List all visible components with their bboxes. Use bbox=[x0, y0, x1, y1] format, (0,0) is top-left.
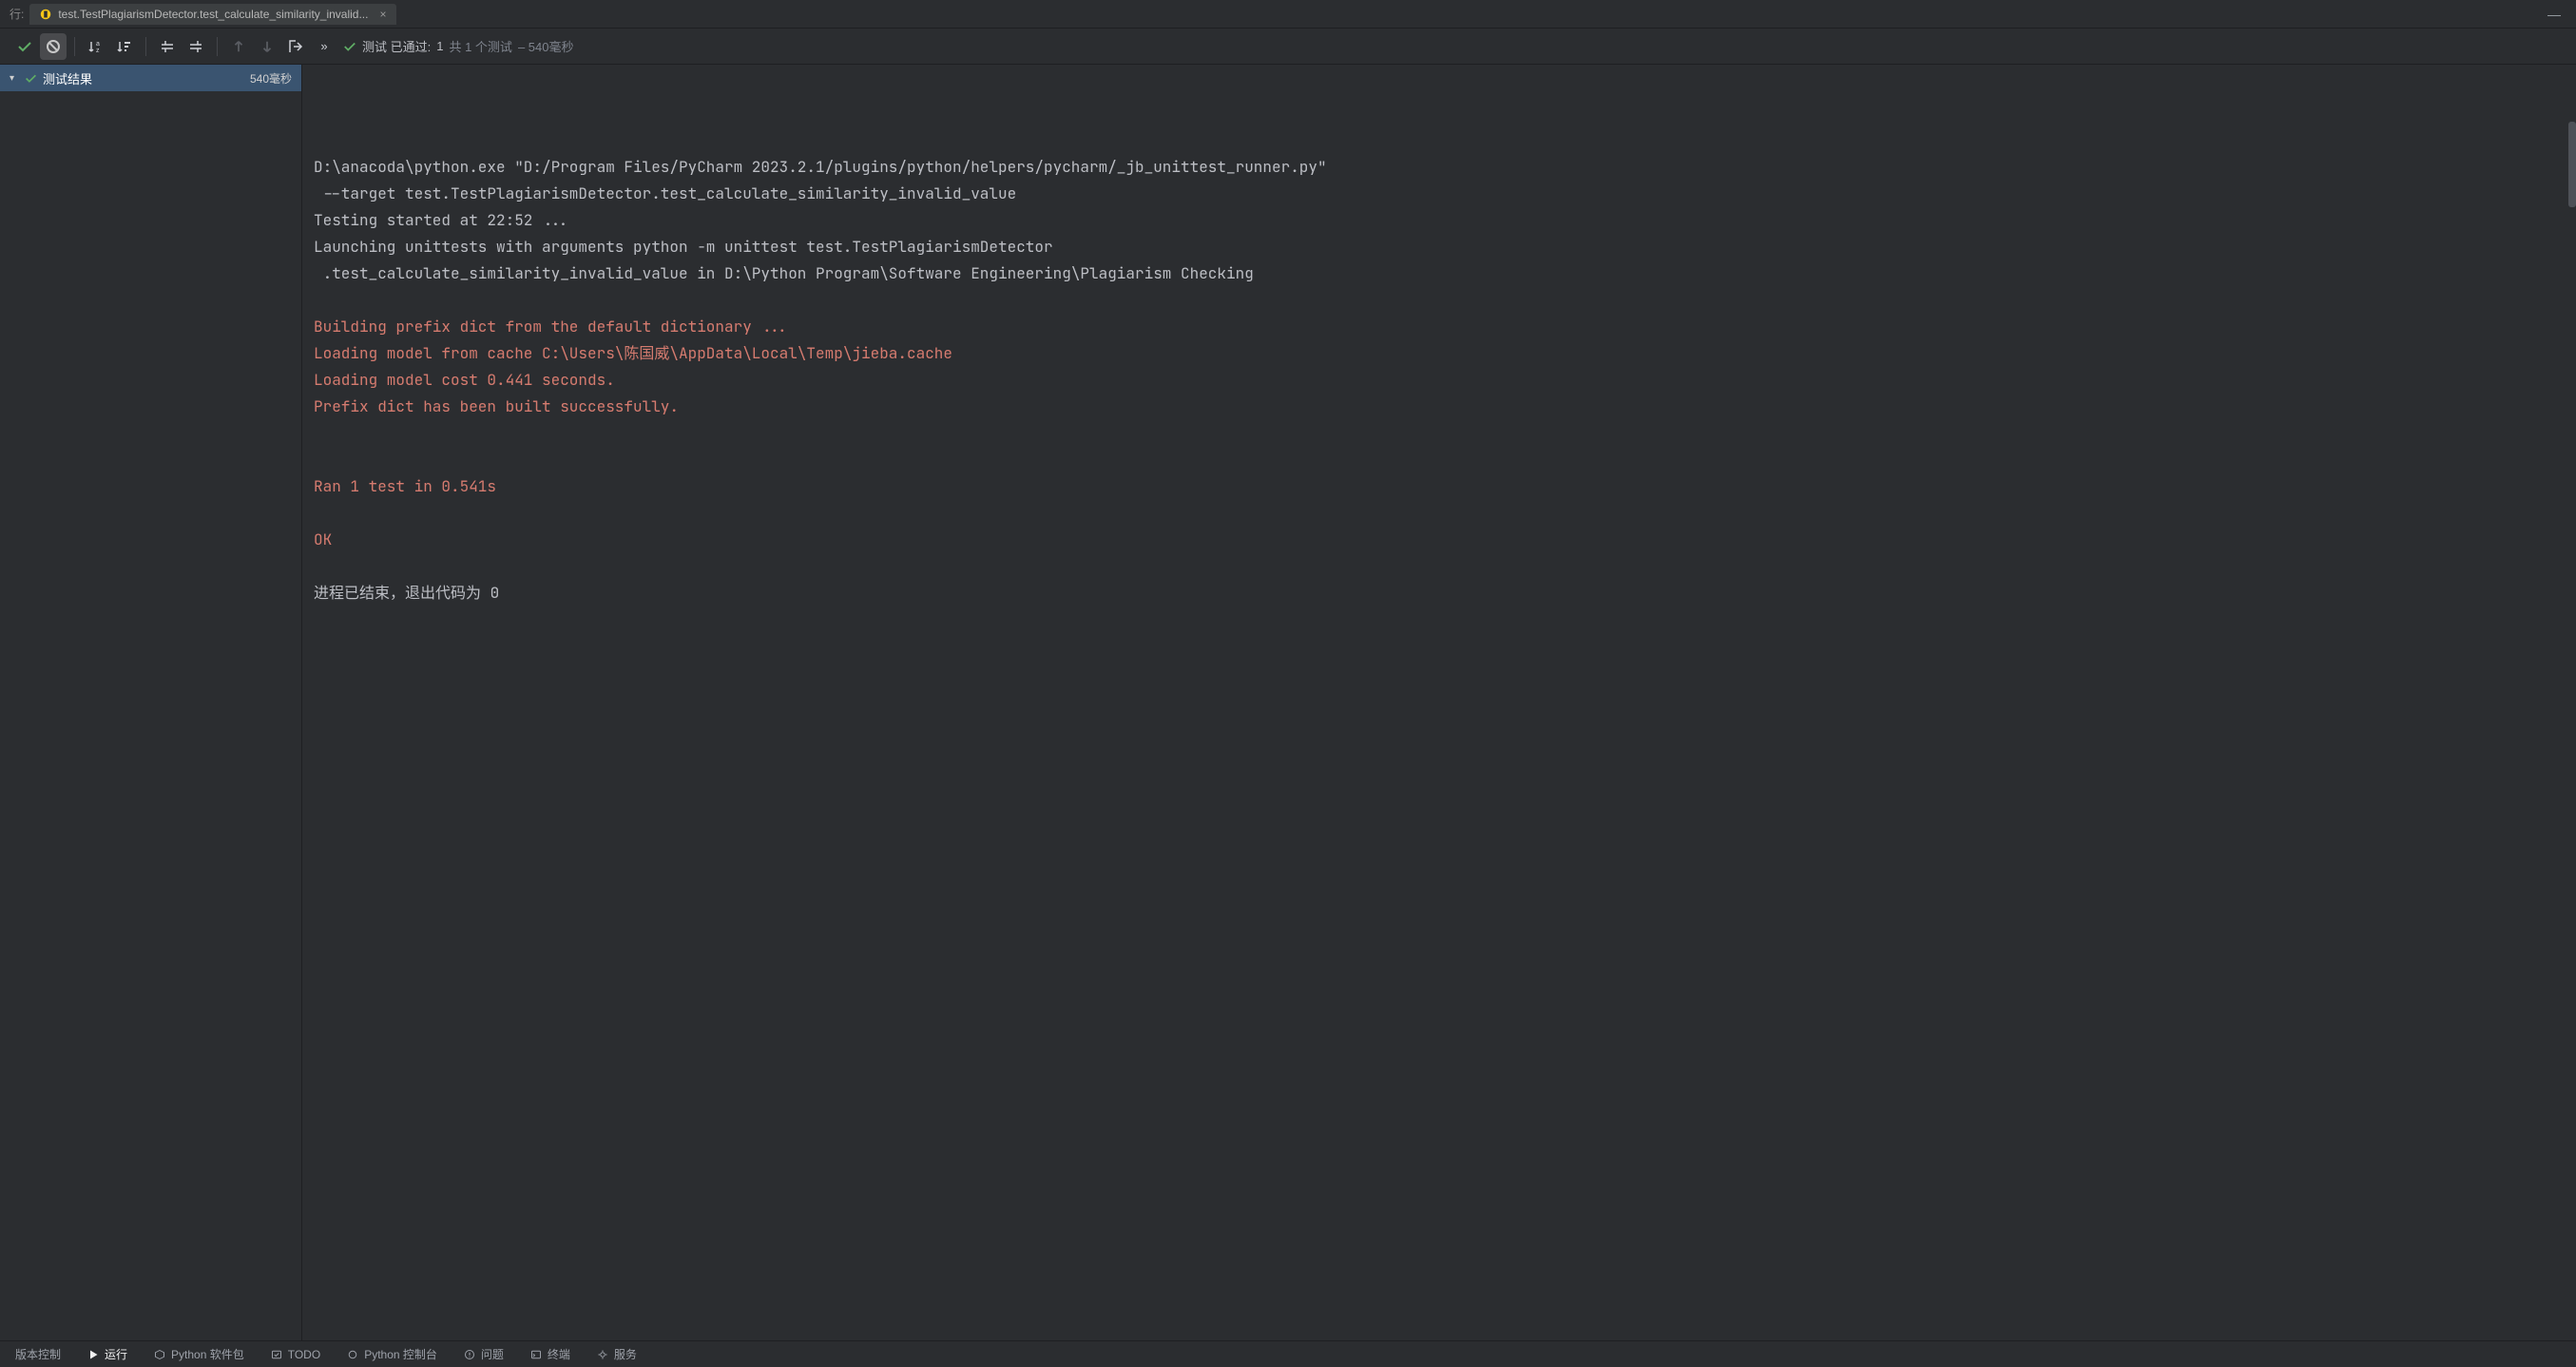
services-icon bbox=[597, 1349, 608, 1360]
svg-text:z: z bbox=[96, 48, 100, 54]
console-scroll-thumb[interactable] bbox=[2568, 122, 2576, 207]
toolbar-separator bbox=[74, 37, 75, 56]
python-console-label: Python 控制台 bbox=[364, 1346, 437, 1362]
check-icon bbox=[25, 72, 37, 85]
collapse-all-button[interactable] bbox=[183, 33, 209, 60]
console-line: Loading model from cache C:\Users\陈国威\Ap… bbox=[314, 340, 2565, 367]
console-line: D:\anacoda\python.exe "D:/Program Files/… bbox=[314, 154, 2565, 181]
console-line: .test_calculate_similarity_invalid_value… bbox=[314, 260, 2565, 287]
test-toolbar: az » 测试 已通过: 1 共 1 个测试 – 540毫秒 bbox=[0, 29, 2576, 65]
terminal-icon bbox=[530, 1349, 542, 1360]
bottom-tab-todo[interactable]: TODO bbox=[271, 1348, 320, 1361]
services-label: 服务 bbox=[614, 1346, 637, 1362]
expand-all-button[interactable] bbox=[154, 33, 181, 60]
bottom-tab-problems[interactable]: 问题 bbox=[464, 1346, 504, 1362]
terminal-label: 终端 bbox=[548, 1346, 570, 1362]
bottom-tab-python-console[interactable]: Python 控制台 bbox=[347, 1346, 437, 1362]
check-icon bbox=[343, 40, 356, 53]
tab-title: test.TestPlagiarismDetector.test_calcula… bbox=[58, 8, 368, 21]
bottom-tab-terminal[interactable]: 终端 bbox=[530, 1346, 570, 1362]
console-line bbox=[314, 500, 2565, 527]
todo-icon bbox=[271, 1349, 282, 1360]
show-passed-button[interactable] bbox=[11, 33, 38, 60]
toolbar-separator bbox=[217, 37, 218, 56]
run-tab-bar: 行: test.TestPlagiarismDetector.test_calc… bbox=[0, 0, 2576, 29]
todo-label: TODO bbox=[288, 1348, 320, 1361]
package-icon bbox=[154, 1349, 165, 1360]
python-icon bbox=[347, 1349, 358, 1360]
test-root-label: 测试结果 bbox=[43, 69, 92, 87]
console-line: Prefix dict has been built successfully. bbox=[314, 394, 2565, 420]
python-packages-label: Python 软件包 bbox=[171, 1346, 244, 1362]
console-line bbox=[314, 553, 2565, 580]
bottom-tab-run[interactable]: 运行 bbox=[87, 1346, 127, 1362]
toolbar-separator bbox=[145, 37, 146, 56]
svg-text:a: a bbox=[96, 41, 100, 48]
console-line: 进程已结束，退出代码为 0 bbox=[314, 580, 2565, 606]
console-line: --target test.TestPlagiarismDetector.tes… bbox=[314, 181, 2565, 207]
tab-prefix: 行: bbox=[10, 6, 24, 22]
console-line bbox=[314, 287, 2565, 314]
close-tab-icon[interactable]: × bbox=[379, 8, 386, 21]
console-line: OK bbox=[314, 527, 2565, 553]
bottom-tab-python-packages[interactable]: Python 软件包 bbox=[154, 1346, 244, 1362]
warning-icon bbox=[464, 1349, 475, 1360]
sort-alpha-button[interactable]: az bbox=[83, 33, 109, 60]
console-line bbox=[314, 447, 2565, 473]
test-results-root[interactable]: ▾ 测试结果 540毫秒 bbox=[0, 65, 301, 91]
bottom-tab-services[interactable]: 服务 bbox=[597, 1346, 637, 1362]
python-test-icon bbox=[39, 8, 52, 21]
problems-label: 问题 bbox=[481, 1346, 504, 1362]
status-prefix: 测试 已通过: bbox=[362, 37, 431, 55]
chevron-down-icon: ▾ bbox=[10, 73, 19, 84]
console-line: Building prefix dict from the default di… bbox=[314, 314, 2565, 340]
console-line: Ran 1 test in 0.541s bbox=[314, 473, 2565, 500]
test-tree-panel[interactable]: ▾ 测试结果 540毫秒 bbox=[0, 65, 302, 1340]
bottom-tool-bar: 版本控制 运行 Python 软件包 TODO Python 控制台 问题 终端… bbox=[0, 1340, 2576, 1367]
show-ignored-button[interactable] bbox=[40, 33, 67, 60]
test-status-text: 测试 已通过: 1 共 1 个测试 – 540毫秒 bbox=[343, 37, 573, 55]
more-actions-button[interactable]: » bbox=[311, 33, 337, 60]
import-tests-button[interactable] bbox=[282, 33, 309, 60]
console-line bbox=[314, 420, 2565, 447]
status-pass-count: 1 bbox=[436, 39, 443, 53]
console-line: Testing started at 22:52 ... bbox=[314, 207, 2565, 234]
next-failed-button[interactable] bbox=[254, 33, 280, 60]
vcs-label: 版本控制 bbox=[15, 1346, 61, 1362]
main-split: ▾ 测试结果 540毫秒 D:\anacoda\python.exe "D:/P… bbox=[0, 65, 2576, 1340]
console-output[interactable]: D:\anacoda\python.exe "D:/Program Files/… bbox=[302, 65, 2576, 1340]
minimize-panel-button[interactable]: — bbox=[2547, 7, 2561, 22]
console-line: Loading model cost 0.441 seconds. bbox=[314, 367, 2565, 394]
run-label: 运行 bbox=[105, 1346, 127, 1362]
run-configuration-tab[interactable]: test.TestPlagiarismDetector.test_calcula… bbox=[29, 4, 395, 25]
status-total: 共 1 个测试 bbox=[449, 37, 511, 55]
bottom-tab-vcs[interactable]: 版本控制 bbox=[15, 1346, 61, 1362]
play-icon bbox=[87, 1349, 99, 1360]
test-root-time: 540毫秒 bbox=[250, 70, 292, 87]
console-line: Launching unittests with arguments pytho… bbox=[314, 234, 2565, 260]
sort-duration-button[interactable] bbox=[111, 33, 138, 60]
previous-failed-button[interactable] bbox=[225, 33, 252, 60]
status-time: – 540毫秒 bbox=[518, 37, 574, 55]
